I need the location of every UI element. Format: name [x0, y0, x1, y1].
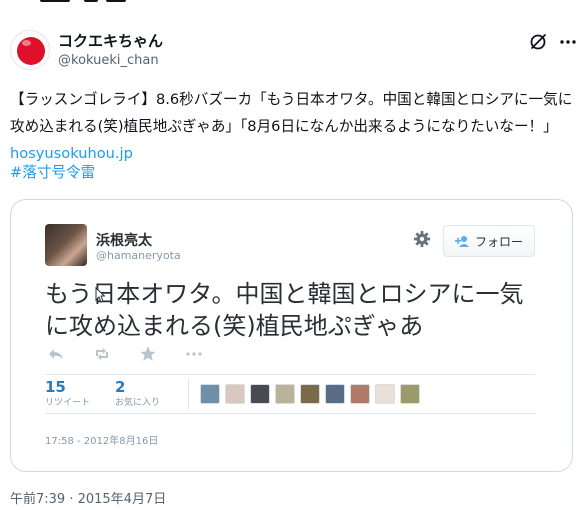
favorite-stat: 2 お気に入り	[115, 378, 160, 410]
follow-label: フォロー	[474, 234, 523, 249]
gear-icon	[413, 230, 431, 248]
favoriter-avatar	[200, 384, 220, 404]
divider	[45, 374, 535, 375]
embedded-date: 17:58 - 2012年8月16日	[45, 436, 159, 447]
profile-avatar[interactable]	[10, 30, 50, 70]
add-user-icon	[454, 236, 469, 247]
favorite-count: 2	[115, 378, 126, 396]
follow-button: フォロー	[443, 225, 535, 257]
favoriter-avatar	[400, 384, 420, 404]
embedded-avatar	[45, 224, 87, 266]
embedded-tweet-text: もう日本オワタ。中国と韓国とロシアに一気に攻め込まれる(笑)植民地ぷぎゃあ	[45, 280, 524, 340]
embedded-tweet-image[interactable]: 浜根亮太 @hamaneryota フォロー もう日本オワタ。中国と韓国とロシア…	[10, 199, 573, 472]
favoriter-avatar	[325, 384, 345, 404]
display-name[interactable]: コクエキちゃん	[58, 31, 163, 51]
favoriter-avatar	[250, 384, 270, 404]
favoriter-avatar	[375, 384, 395, 404]
star-icon	[140, 346, 156, 361]
retweet-label: リツイート	[45, 398, 91, 408]
mouse-cursor-icon	[95, 287, 105, 303]
tweet-timestamp[interactable]: 午前7:39 · 2015年4月7日	[10, 488, 166, 507]
retweet-stat: 15 リツイート	[45, 378, 90, 410]
favoriter-avatar	[225, 384, 245, 404]
divider	[188, 378, 189, 410]
favoriter-avatar	[275, 384, 295, 404]
cropped-previous-content	[40, 0, 130, 4]
tweet-header: コクエキちゃん @kokueki_chan	[10, 30, 576, 74]
embedded-actions	[47, 345, 227, 363]
tweet-hashtag[interactable]: #落寸号令雷	[10, 159, 95, 186]
user-handle[interactable]: @kokueki_chan	[58, 52, 159, 70]
favorite-label: お気に入り	[115, 398, 161, 408]
retweet-icon	[96, 348, 108, 360]
embedded-handle: @hamaneryota	[96, 249, 181, 262]
favoriter-avatar	[350, 384, 370, 404]
reply-icon	[49, 349, 63, 359]
more-dots-icon	[186, 352, 202, 356]
retweet-count: 15	[45, 378, 66, 396]
favoriter-avatar	[300, 384, 320, 404]
divider	[45, 413, 535, 414]
grok-icon[interactable]	[528, 32, 548, 52]
more-icon[interactable]	[558, 32, 578, 52]
tweet-body: 【ラッスンゴレライ】8.6秒バズーカ「もう日本オワタ。中国と韓国とロシアに一気に…	[10, 91, 573, 135]
embedded-display-name: 浜根亮太	[96, 233, 152, 249]
tweet-text: 【ラッスンゴレライ】8.6秒バズーカ「もう日本オワタ。中国と韓国とロシアに一気に…	[10, 86, 576, 167]
